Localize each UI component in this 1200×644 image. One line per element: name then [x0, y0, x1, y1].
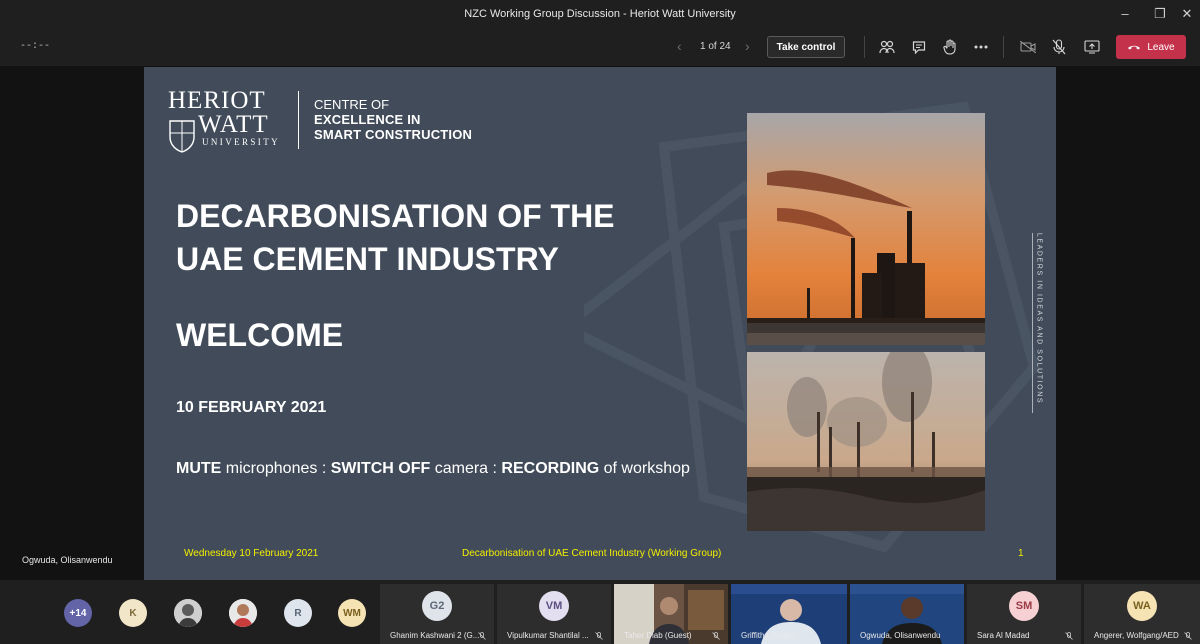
participant-photo-avatar[interactable] — [229, 599, 257, 627]
vertical-tagline-text: LEADERS IN IDEAS AND SOLUTIONS — [1035, 232, 1043, 405]
participant-tile[interactable]: VM Vipulkumar Shantilal ... — [497, 584, 611, 644]
heriot-watt-logo: HERIOT WATT UNIVERSITY CENTRE OF EXCELLE… — [168, 87, 508, 155]
mic-off-icon[interactable] — [1047, 36, 1071, 58]
instruction-recording: RECORDING — [501, 460, 600, 477]
title-bar: NZC Working Group Discussion - Heriot Wa… — [0, 0, 1200, 28]
raise-hand-icon[interactable] — [938, 36, 962, 58]
participant-video-tile[interactable]: Ogwuda, Olisanwendu — [850, 584, 964, 644]
participant-tile[interactable]: WA Angerer, Wolfgang/AED — [1084, 584, 1200, 644]
take-control-button[interactable]: Take control — [767, 36, 845, 58]
participant-tile[interactable]: SM Sara Al Madad — [967, 584, 1081, 644]
teams-meeting-window: NZC Working Group Discussion - Heriot Wa… — [0, 0, 1200, 644]
participant-video-tile[interactable]: Griffiths, Roger — [731, 584, 847, 644]
participant-avatar[interactable]: R — [284, 599, 312, 627]
slide-instructions: MUTE microphones : SWITCH OFF camera : R… — [176, 460, 690, 478]
tile-name: Taher Diab (Guest) — [624, 631, 692, 640]
tile-name: Angerer, Wolfgang/AED — [1094, 631, 1179, 640]
slide-date: 10 FEBRUARY 2021 — [176, 399, 327, 416]
presenter-name: Ogwuda, Olisanwendu — [22, 555, 113, 565]
maximize-icon[interactable]: ❐ — [1145, 4, 1175, 24]
meeting-toolbar: --:-- ‹ 1 of 24 › Take control Leave — [0, 28, 1200, 66]
participant-photo-avatar[interactable] — [174, 599, 202, 627]
overflow-participants-badge[interactable]: +14 — [64, 599, 92, 627]
mic-off-icon — [1184, 632, 1192, 640]
minimize-icon[interactable]: – — [1110, 4, 1140, 24]
share-tray-icon[interactable] — [1080, 36, 1104, 58]
slide-footer-title: Decarbonisation of UAE Cement Industry (… — [462, 548, 722, 559]
mic-off-icon — [478, 632, 486, 640]
next-slide-icon[interactable]: › — [745, 38, 750, 54]
tile-name: Ogwuda, Olisanwendu — [860, 631, 941, 640]
factory-sunset-photo — [747, 113, 985, 345]
tile-avatar: VM — [539, 591, 569, 621]
camera-off-icon[interactable] — [1016, 36, 1040, 58]
tile-name: Griffiths, Roger — [741, 631, 795, 640]
tile-avatar: G2 — [422, 591, 452, 621]
toolbar-divider — [864, 36, 865, 58]
slide-title-line-1: DECARBONISATION OF THE — [176, 198, 615, 234]
instruction-mute: MUTE — [176, 460, 222, 477]
shared-content-stage: HERIOT WATT UNIVERSITY CENTRE OF EXCELLE… — [0, 66, 1200, 580]
meeting-timer: --:-- — [20, 41, 51, 52]
tile-avatar: SM — [1009, 591, 1039, 621]
leave-button[interactable]: Leave — [1116, 35, 1186, 59]
toolbar-divider — [1003, 36, 1004, 58]
tile-avatar: WA — [1127, 591, 1157, 621]
centre-line-2: EXCELLENCE IN — [314, 112, 421, 127]
mic-off-icon — [1065, 632, 1073, 640]
participant-tile[interactable]: G2 Ghanim Kashwani 2 (G... — [380, 584, 494, 644]
slide-title-line-2: UAE CEMENT INDUSTRY — [176, 241, 559, 277]
participant-avatar[interactable]: K — [119, 599, 147, 627]
instruction-text-2: camera : — [430, 460, 502, 477]
close-icon[interactable]: ✕ — [1172, 4, 1200, 24]
participants-icon[interactable] — [875, 36, 899, 58]
slide-footer-page-number: 1 — [1018, 548, 1024, 559]
logo-separator — [298, 91, 299, 149]
smoking-chimneys-photo — [747, 352, 985, 531]
mic-off-icon — [712, 632, 720, 640]
centre-of-excellence-text: CENTRE OF EXCELLENCE IN SMART CONSTRUCTI… — [314, 97, 472, 142]
participant-avatar[interactable]: WM — [338, 599, 366, 627]
prev-slide-icon[interactable]: ‹ — [677, 38, 682, 54]
presentation-slide: HERIOT WATT UNIVERSITY CENTRE OF EXCELLE… — [144, 67, 1056, 580]
centre-line-1: CENTRE OF — [314, 97, 390, 112]
phone-hangup-icon — [1128, 45, 1141, 50]
instruction-text-3: of workshop — [599, 460, 690, 477]
instruction-switch-off: SWITCH OFF — [330, 460, 431, 477]
mic-off-icon — [595, 632, 603, 640]
slide-title: DECARBONISATION OF THE UAE CEMENT INDUST… — [176, 195, 615, 281]
tile-name: Vipulkumar Shantilal ... — [507, 631, 589, 640]
centre-line-3: SMART CONSTRUCTION — [314, 127, 473, 142]
slide-page-count: 1 of 24 — [700, 41, 731, 52]
chat-icon[interactable] — [907, 36, 931, 58]
slide-welcome: WELCOME — [176, 317, 344, 353]
logo-heriot: HERIOT — [168, 87, 266, 114]
leave-label: Leave — [1147, 41, 1175, 53]
window-title: NZC Working Group Discussion - Heriot Wa… — [464, 8, 736, 20]
vertical-tagline: LEADERS IN IDEAS AND SOLUTIONS — [1033, 233, 1047, 409]
participant-strip: +14 K R WM G2 Ghanim Kashwani 2 (G... VM… — [0, 580, 1200, 644]
tile-name: Ghanim Kashwani 2 (G... — [390, 631, 480, 640]
slide-footer-date: Wednesday 10 February 2021 — [184, 548, 319, 559]
instruction-text-1: microphones : — [221, 460, 331, 477]
participant-video-tile[interactable]: Taher Diab (Guest) — [614, 584, 728, 644]
crest-icon — [169, 120, 195, 153]
more-icon[interactable] — [969, 36, 993, 58]
tile-name: Sara Al Madad — [977, 631, 1030, 640]
